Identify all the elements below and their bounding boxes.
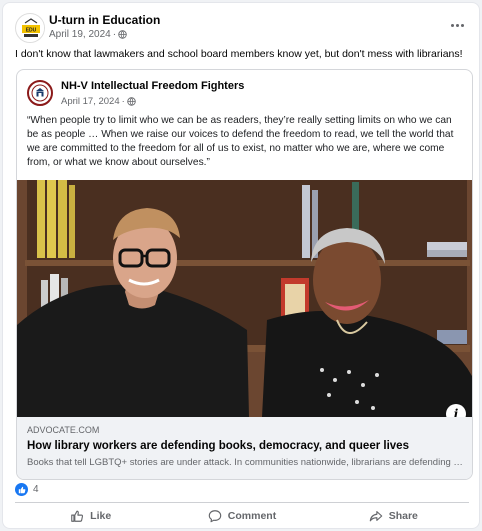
actions-divider xyxy=(15,502,469,503)
like-label: Like xyxy=(90,510,112,522)
link-domain: ADVOCATE.COM xyxy=(27,425,100,435)
svg-text:EDU: EDU xyxy=(26,28,37,34)
shared-post-meta: April 17, 2024 · xyxy=(61,96,136,107)
more-dots-icon xyxy=(450,23,454,27)
share-label: Share xyxy=(388,510,418,522)
post-actions: Like Comment Share xyxy=(15,504,469,528)
post-header: EDU U-turn in Education April 19, 2024 · xyxy=(13,11,469,45)
shared-post-author[interactable]: NH-V Intellectual Freedom Fighters xyxy=(61,80,244,92)
info-icon: i xyxy=(453,407,459,417)
comment-label: Comment xyxy=(227,510,277,522)
post-card: EDU U-turn in Education April 19, 2024 ·… xyxy=(2,2,480,529)
like-icon xyxy=(15,483,28,496)
shared-post-quote: “When people try to limit who we can be … xyxy=(27,115,454,168)
thumbs-up-icon xyxy=(71,510,84,522)
reaction-count: 4 xyxy=(33,484,39,495)
shared-page-avatar[interactable] xyxy=(27,80,53,106)
shared-post-header: NH-V Intellectual Freedom Fighters April… xyxy=(27,78,462,112)
link-preview-photo[interactable]: i xyxy=(17,180,472,417)
post-text: I don't know that lawmakers and school b… xyxy=(15,48,463,60)
post-date[interactable]: April 19, 2024 xyxy=(49,29,111,40)
more-options-button[interactable] xyxy=(445,15,469,35)
share-button[interactable]: Share xyxy=(318,504,469,528)
like-button[interactable]: Like xyxy=(15,504,166,528)
comment-icon xyxy=(208,510,222,523)
page-avatar[interactable]: EDU xyxy=(15,13,45,43)
post-meta: April 19, 2024 · xyxy=(49,29,127,40)
shared-post-date[interactable]: April 17, 2024 xyxy=(61,96,120,107)
link-preview[interactable]: ADVOCATE.COM How library workers are def… xyxy=(17,417,472,479)
reactions-summary[interactable]: 4 xyxy=(15,483,39,496)
share-icon xyxy=(369,511,382,522)
shared-post[interactable]: NH-V Intellectual Freedom Fighters April… xyxy=(16,69,473,480)
comment-button[interactable]: Comment xyxy=(166,504,317,528)
globe-icon xyxy=(127,97,136,106)
photo-two-women-bookshelf xyxy=(17,180,472,417)
post-author[interactable]: U-turn in Education xyxy=(49,13,160,27)
globe-icon xyxy=(118,30,127,39)
info-button[interactable]: i xyxy=(446,404,466,417)
link-description: Books that tell LGBTQ+ stories are under… xyxy=(27,457,464,468)
link-title[interactable]: How library workers are defending books,… xyxy=(27,440,464,452)
